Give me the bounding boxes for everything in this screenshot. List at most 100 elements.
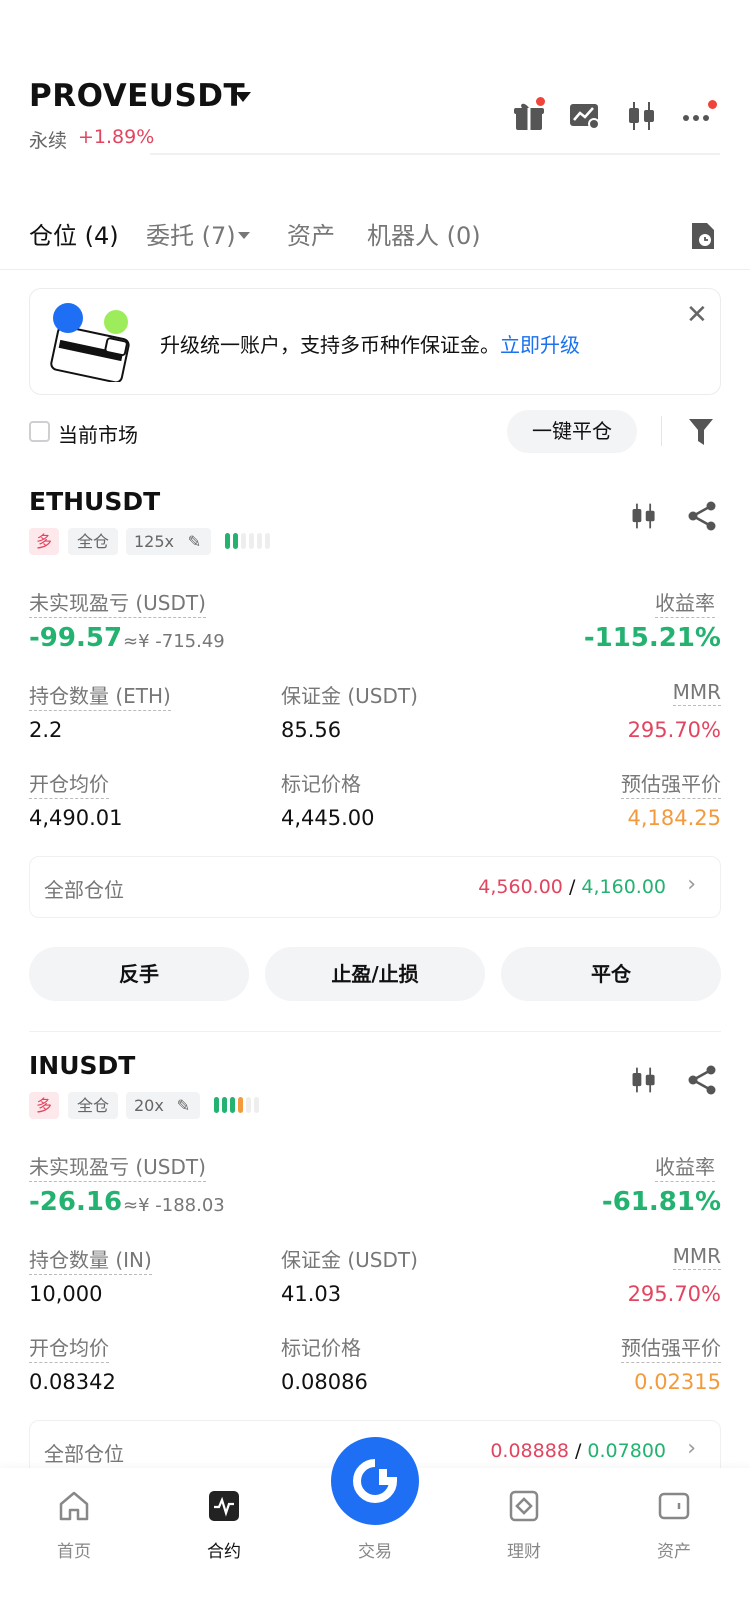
tpsl-button[interactable]: 止盈/止损: [265, 947, 485, 1001]
wallet-illustration-icon: [48, 302, 134, 386]
nav-earn[interactable]: 理财: [474, 1489, 574, 1562]
chevron-right-icon[interactable]: ›: [687, 1436, 696, 1461]
entry-value: 0.08342: [29, 1370, 116, 1394]
close-position-button[interactable]: 平仓: [501, 947, 721, 1001]
unrealized-pnl: -99.57: [29, 623, 123, 653]
nav-earn-label: 理财: [507, 1542, 541, 1562]
perpetual-label: 永续: [29, 130, 68, 152]
tpsl-values: 4,560.00 / 4,160.00: [478, 876, 666, 898]
tp-value: 4,560.00: [478, 876, 563, 898]
sl-value: 4,160.00: [581, 876, 666, 898]
nav-futures-label: 合约: [207, 1542, 241, 1562]
all-positions-label: 全部仓位: [44, 1442, 124, 1466]
upgrade-link[interactable]: 立即升级: [500, 333, 580, 357]
mark-value: 0.08086: [281, 1370, 368, 1394]
leverage-badge[interactable]: 20x ✎: [126, 1092, 200, 1119]
close-icon[interactable]: ✕: [686, 300, 708, 330]
side-badge: 多: [29, 1092, 59, 1119]
share-icon[interactable]: [687, 1065, 717, 1099]
all-positions-label: 全部仓位: [44, 878, 124, 902]
candlestick-icon[interactable]: [629, 500, 659, 536]
all-positions-row[interactable]: 全部仓位 4,560.00 / 4,160.00 ›: [29, 856, 721, 918]
tpsl-values: 0.08888 / 0.07800: [490, 1440, 666, 1462]
adl-bar: [249, 533, 254, 549]
margin-label: 保证金 (USDT): [281, 1248, 418, 1272]
candlestick-icon[interactable]: [625, 99, 659, 133]
adl-bar: [225, 533, 230, 549]
tab-orders[interactable]: 委托 (7): [146, 216, 236, 251]
adl-bar: [257, 533, 262, 549]
qty-value: 2.2: [29, 718, 63, 742]
trade-icon: [351, 1457, 399, 1509]
mmr-value: 295.70%: [627, 1282, 721, 1306]
roe-label: 收益率: [655, 587, 715, 618]
qty-label: 持仓数量 (ETH): [29, 680, 171, 711]
liq-label: 预估强平价: [621, 768, 721, 799]
roe-value: -61.81%: [601, 1187, 721, 1217]
symbol-title[interactable]: PROVEUSDT: [29, 78, 245, 114]
nav-assets-label: 资产: [657, 1542, 691, 1562]
chart-settings-icon[interactable]: [568, 99, 602, 133]
position-symbol[interactable]: INUSDT: [29, 1051, 135, 1080]
qty-value: 10,000: [29, 1282, 103, 1306]
reverse-button[interactable]: 反手: [29, 947, 249, 1001]
futures-icon: [207, 1489, 241, 1527]
candlestick-icon[interactable]: [629, 1064, 659, 1100]
current-market-checkbox[interactable]: [29, 421, 50, 442]
entry-label: 开仓均价: [29, 1332, 109, 1363]
roe-label: 收益率: [655, 1151, 715, 1182]
more-icon[interactable]: [681, 99, 717, 133]
tab-positions[interactable]: 仓位 (4): [29, 216, 119, 251]
tpsl-separator: /: [574, 1440, 582, 1462]
nav-futures[interactable]: 合约: [174, 1489, 274, 1562]
filter-icon[interactable]: [688, 417, 714, 451]
pnl-label: 未实现盈亏 (USDT): [29, 587, 206, 618]
leverage-value: 20x: [134, 1096, 164, 1115]
mmr-value: 295.70%: [627, 718, 721, 742]
pnl-label: 未实现盈亏 (USDT): [29, 1151, 206, 1182]
tab-bots[interactable]: 机器人 (0): [367, 216, 481, 251]
history-icon[interactable]: [690, 221, 716, 255]
tabs-divider: [0, 269, 750, 270]
orders-caret-icon[interactable]: [238, 232, 250, 239]
adl-bar: [214, 1097, 219, 1113]
position-tabs: 仓位 (4) 委托 (7) 资产 机器人 (0): [0, 216, 750, 270]
share-icon[interactable]: [687, 501, 717, 535]
gift-icon[interactable]: [512, 97, 546, 133]
assets-icon: [657, 1489, 691, 1527]
adl-bar: [241, 533, 246, 549]
banner-message: 升级统一账户，支持多币种作保证金。立即升级: [160, 329, 580, 358]
margin-label: 保证金 (USDT): [281, 684, 418, 708]
chevron-right-icon[interactable]: ›: [687, 872, 696, 897]
symbol-dropdown-caret-icon[interactable]: [235, 92, 251, 102]
adl-bar: [246, 1097, 251, 1113]
adl-bar: [254, 1097, 259, 1113]
roe-value: -115.21%: [583, 623, 721, 653]
position-symbol[interactable]: ETHUSDT: [29, 487, 160, 516]
entry-value: 4,490.01: [29, 806, 123, 830]
edit-icon[interactable]: ✎: [188, 528, 201, 555]
adl-bar: [238, 1097, 243, 1113]
adl-bar: [265, 533, 270, 549]
mark-value: 4,445.00: [281, 806, 375, 830]
margin-value: 85.56: [281, 718, 342, 742]
sl-value: 0.07800: [587, 1440, 666, 1462]
pnl-cny: ≈¥ -715.49: [123, 631, 225, 652]
unrealized-pnl: -26.16: [29, 1187, 123, 1217]
adl-indicator: [214, 1097, 262, 1115]
tpsl-separator: /: [568, 876, 576, 898]
margin-mode-badge: 全仓: [68, 1092, 118, 1119]
edit-icon[interactable]: ✎: [177, 1092, 190, 1119]
tp-value: 0.08888: [490, 1440, 569, 1462]
liq-label: 预估强平价: [621, 1332, 721, 1363]
tab-assets[interactable]: 资产: [287, 216, 335, 251]
nav-assets[interactable]: 资产: [624, 1489, 724, 1562]
trade-button[interactable]: [331, 1437, 419, 1525]
nav-home[interactable]: 首页: [24, 1489, 124, 1562]
liq-value: 4,184.25: [627, 806, 721, 830]
close-all-button[interactable]: 一键平仓: [507, 410, 637, 453]
adl-bar: [233, 533, 238, 549]
leverage-badge[interactable]: 125x ✎: [126, 528, 211, 555]
adl-bar: [222, 1097, 227, 1113]
mark-label: 标记价格: [281, 772, 361, 796]
